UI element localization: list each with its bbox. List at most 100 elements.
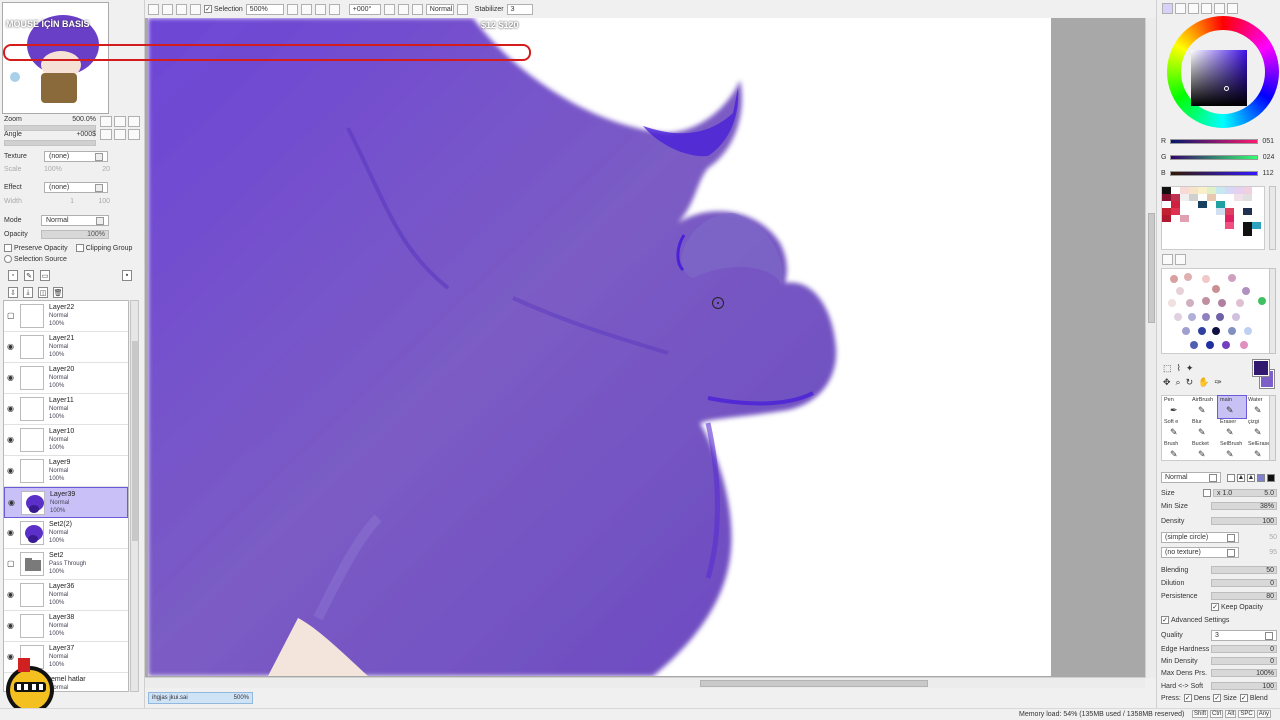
move-icon[interactable]: ✥ (1163, 377, 1171, 388)
scratchpad-tab[interactable] (1214, 3, 1225, 14)
color-swatch[interactable] (1207, 194, 1216, 201)
blue-value[interactable]: 112 (1262, 170, 1274, 177)
invert-selection-button[interactable] (190, 3, 201, 15)
visibility-eye-icon[interactable]: ◉ (7, 621, 17, 631)
color-swatch[interactable] (1180, 201, 1189, 208)
visibility-eye-icon[interactable]: ◉ (7, 466, 17, 476)
blue-slider[interactable] (1169, 171, 1258, 176)
color-swatch[interactable] (1198, 208, 1207, 215)
scratchpad-color-dot[interactable] (1176, 287, 1184, 295)
deselect-button[interactable] (176, 3, 187, 15)
layer-row[interactable]: ◉ Layer9 Normal 100% (4, 456, 128, 487)
scratchpad-color-dot[interactable] (1186, 299, 1194, 307)
color-swatch[interactable] (1216, 194, 1225, 201)
foreground-color-swatch[interactable] (1252, 359, 1270, 377)
color-swatch[interactable] (1216, 208, 1225, 215)
color-swatch[interactable] (1180, 208, 1189, 215)
pressure-density-checkbox[interactable]: ✓ Dens (1183, 694, 1210, 702)
scratchpad-color-dot[interactable] (1184, 273, 1192, 281)
color-swatch[interactable] (1207, 229, 1216, 236)
scratchpad-color-dot[interactable] (1168, 299, 1176, 307)
scratchpad-color-dot[interactable] (1216, 313, 1224, 321)
min-size-slider[interactable]: 38% (1211, 502, 1277, 510)
color-swatch[interactable] (1171, 229, 1180, 236)
scratchpad-color-dot[interactable] (1198, 327, 1206, 335)
color-swatch[interactable] (1207, 208, 1216, 215)
max-dens-slider[interactable]: 100% (1211, 669, 1277, 677)
layer-row[interactable]: ◉ Layer11 Normal 100% (4, 394, 128, 425)
brush-tool-eraser[interactable]: Eraser ✎ (1218, 418, 1246, 440)
new-linework-layer-icon[interactable]: ✎ (24, 270, 34, 281)
scratchpad-color-dot[interactable] (1242, 287, 1250, 295)
scratchpad-color-dot[interactable] (1170, 275, 1178, 283)
scratchpad-color-dot[interactable] (1218, 299, 1226, 307)
rotate-ccw-icon[interactable] (383, 3, 395, 15)
rotation-field[interactable]: +000° (348, 3, 381, 15)
green-value[interactable]: 024 (1262, 154, 1275, 161)
rgb-sliders-tab[interactable] (1175, 3, 1186, 14)
persistence-slider[interactable]: 80 (1211, 592, 1277, 600)
color-swatch[interactable] (1225, 229, 1234, 236)
brush-texture-dropdown[interactable]: (no texture) (1161, 547, 1239, 558)
magic-wand-icon[interactable]: ✦ (1186, 363, 1194, 374)
color-mixer-tab[interactable] (1227, 3, 1238, 14)
color-swatch[interactable] (1162, 187, 1171, 194)
delete-layer-icon[interactable]: 🗑 (53, 287, 63, 298)
panel-menu-icon[interactable]: ▪ (122, 270, 132, 281)
zoom-field[interactable]: 500% (245, 3, 284, 15)
brush-tool-blur[interactable]: Blur ✎ (1190, 418, 1218, 440)
canvas-blend-mode[interactable]: Normal (425, 3, 454, 15)
scratchpad-color-dot[interactable] (1206, 341, 1214, 349)
scratchpad-color-dot[interactable] (1228, 274, 1236, 282)
color-swatch[interactable] (1252, 194, 1261, 201)
scratchpad-color-dot[interactable] (1182, 327, 1190, 335)
nav-zoom-value[interactable]: 500.0% (48, 116, 96, 123)
visibility-eye-icon[interactable]: ◉ (7, 342, 17, 352)
color-swatch[interactable] (1234, 208, 1243, 215)
color-swatch[interactable] (1198, 201, 1207, 208)
zoom-reset-button[interactable] (128, 116, 140, 127)
color-swatch[interactable] (1252, 229, 1261, 236)
scratchpad-color-dot[interactable] (1240, 341, 1248, 349)
color-wheel[interactable] (1167, 16, 1279, 132)
color-swatch[interactable] (1189, 194, 1198, 201)
color-swatch[interactable] (1252, 222, 1261, 229)
color-swatch[interactable] (1243, 222, 1252, 229)
size-slider[interactable]: x 1.0 5.0 (1213, 489, 1277, 497)
visibility-eye-icon[interactable]: ◉ (7, 528, 17, 538)
color-swatch[interactable] (1225, 215, 1234, 222)
color-swatch[interactable] (1198, 194, 1207, 201)
toggle-view-icon[interactable] (456, 3, 468, 15)
swatches-tab[interactable] (1201, 3, 1212, 14)
color-swatch[interactable] (1171, 187, 1180, 194)
color-swatch[interactable] (1243, 194, 1252, 201)
color-swatch[interactable] (1243, 187, 1252, 194)
color-swatch[interactable] (1171, 222, 1180, 229)
color-swatch[interactable] (1162, 222, 1171, 229)
color-swatch[interactable] (1234, 215, 1243, 222)
color-swatch[interactable] (1162, 208, 1171, 215)
color-swatch[interactable] (1243, 215, 1252, 222)
color-swatch[interactable] (1234, 201, 1243, 208)
color-swatch[interactable] (1162, 215, 1171, 222)
keep-opacity-checkbox[interactable]: ✓ Keep Opacity (1211, 603, 1263, 611)
color-swatch[interactable] (1198, 229, 1207, 236)
scratchpad-color-dot[interactable] (1244, 327, 1252, 335)
color-swatch[interactable] (1207, 187, 1216, 194)
color-swatch[interactable] (1234, 194, 1243, 201)
clipping-group-checkbox[interactable]: Clipping Group (75, 244, 132, 252)
rotate-reset-button[interactable] (128, 129, 140, 140)
zoom-out-icon[interactable] (286, 3, 298, 15)
scratchpad-color-dot[interactable] (1228, 327, 1236, 335)
color-swatch[interactable] (1216, 215, 1225, 222)
color-swatch[interactable] (1252, 187, 1261, 194)
scratchpad-color-dot[interactable] (1190, 341, 1198, 349)
color-swatch[interactable] (1162, 201, 1171, 208)
flip-horizontal-icon[interactable] (411, 3, 423, 15)
brush-tool-brush[interactable]: Brush ✎ (1162, 440, 1190, 462)
color-swatch[interactable] (1225, 222, 1234, 229)
color-swatch[interactable] (1180, 194, 1189, 201)
scratchpad-clear-icon[interactable] (1175, 254, 1186, 265)
zoom-in-icon[interactable] (300, 3, 312, 15)
redo-button[interactable] (162, 3, 173, 15)
